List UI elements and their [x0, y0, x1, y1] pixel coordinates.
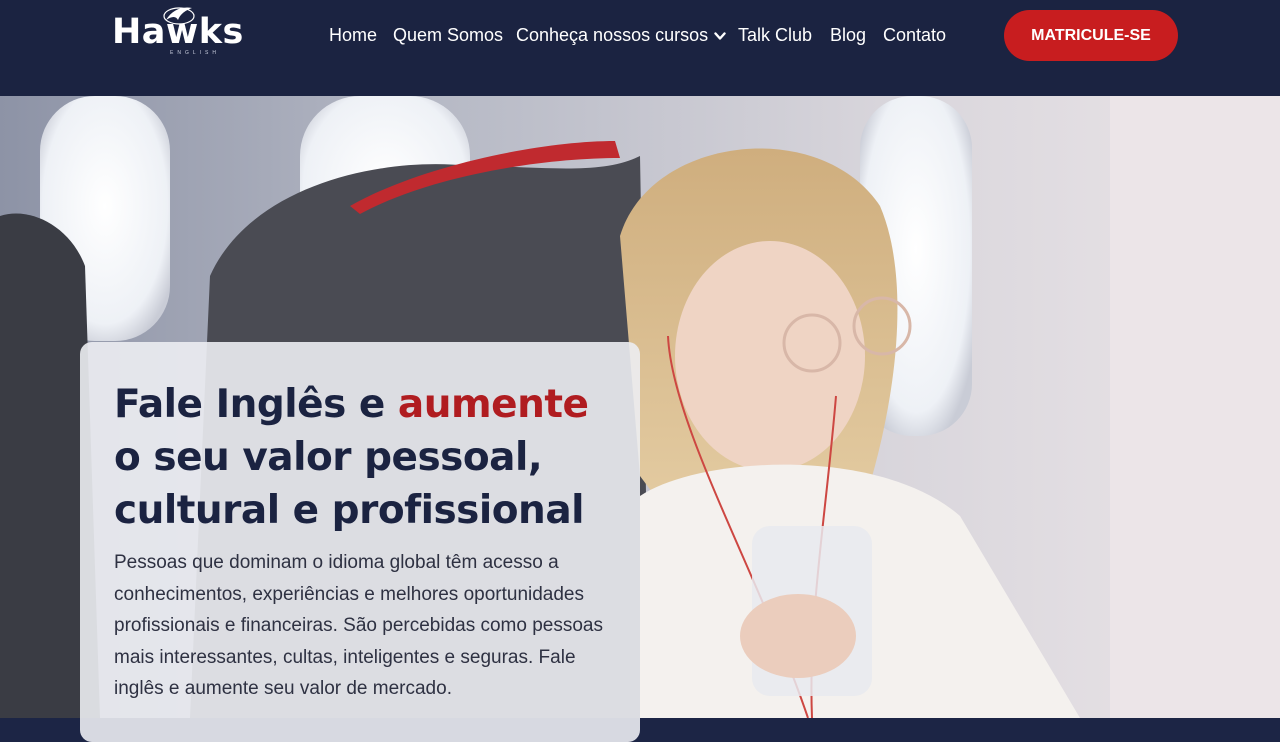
site-header: Hawks ENGLISH Home Quem Somos Conheça no…: [0, 0, 1280, 96]
logo-tagline: ENGLISH: [170, 50, 220, 56]
nav-talk-club[interactable]: Talk Club: [738, 22, 812, 48]
nav-blog[interactable]: Blog: [830, 22, 866, 48]
nav-contato[interactable]: Contato: [883, 22, 946, 48]
headline-part2: o seu valor pessoal, cultural e profissi…: [114, 435, 585, 533]
nav-home[interactable]: Home: [329, 22, 377, 48]
hero-body: Pessoas que dominam o idioma global têm …: [114, 552, 603, 699]
headline-part1: Fale Inglês e: [114, 382, 398, 427]
nav-cursos-label: Conheça nossos cursos: [516, 25, 709, 45]
nav-cursos[interactable]: Conheça nossos cursos: [516, 22, 726, 48]
hero-headline: Fale Inglês e aumente o seu valor pessoa…: [114, 378, 624, 537]
headline-accent: aumente: [397, 382, 589, 427]
nav-quem-somos[interactable]: Quem Somos: [393, 22, 503, 48]
hawks-logo[interactable]: Hawks ENGLISH: [112, 4, 252, 60]
chevron-down-icon: [714, 32, 726, 40]
logo-wordmark: Hawks: [112, 12, 244, 52]
matricule-se-button[interactable]: MATRICULE-SE: [1004, 10, 1178, 61]
